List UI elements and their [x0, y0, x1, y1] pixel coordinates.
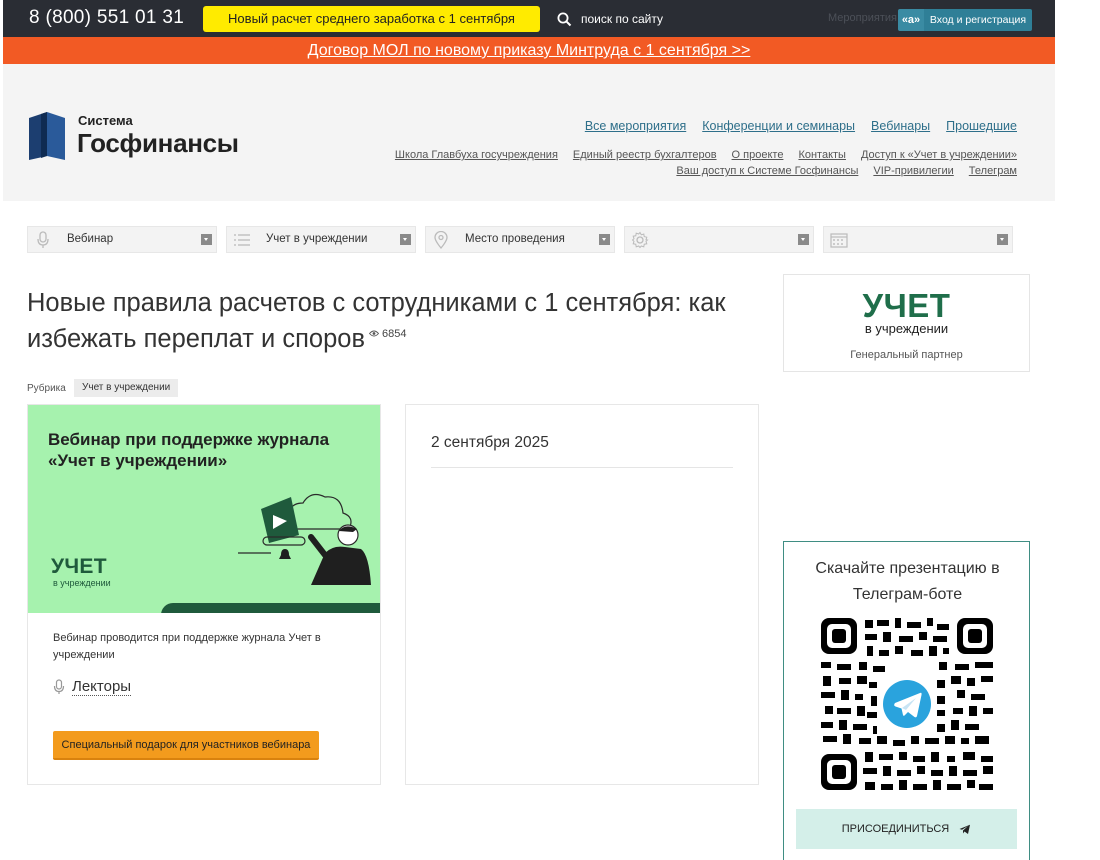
calendar-icon: [824, 227, 854, 252]
microphone-icon: [53, 679, 65, 694]
filter-topic-value: Учет в учреждении: [266, 233, 368, 245]
nav-system-access[interactable]: Ваш доступ к Системе Госфинансы: [676, 165, 858, 177]
nav-contacts[interactable]: Контакты: [798, 149, 846, 161]
location-pin-icon: [426, 227, 456, 252]
dropdown-arrow-icon: [599, 234, 610, 245]
primary-nav: Все мероприятия Конференции и семинары В…: [585, 119, 1017, 133]
promo-link[interactable]: Новый расчет среднего заработка с 1 сент…: [203, 6, 540, 32]
lectors-link[interactable]: Лекторы: [53, 678, 132, 696]
nav-telegram[interactable]: Телеграм: [969, 165, 1017, 177]
partner-logo-subtitle: в учреждении: [864, 321, 949, 336]
dropdown-arrow-icon: [798, 234, 809, 245]
divider: [431, 467, 733, 468]
gear-icon: [625, 227, 655, 252]
nav-vip[interactable]: VIP-привилегии: [873, 165, 953, 177]
logo-title[interactable]: Госфинансы: [77, 128, 239, 159]
date-card: 2 сентября 2025: [405, 404, 759, 785]
page-title: Новые правила расчетов с сотрудниками с …: [27, 288, 747, 355]
partner-card[interactable]: УЧЕТ в учреждении Генеральный партнер: [783, 274, 1030, 372]
filter-date[interactable]: [823, 226, 1013, 253]
events-link[interactable]: Мероприятия: [828, 12, 897, 24]
partner-logo: УЧЕТ: [862, 287, 951, 324]
qr-code[interactable]: [819, 616, 995, 792]
logo-small-text: Система: [78, 113, 133, 128]
banner-decoration: [161, 603, 380, 613]
banner-logo-subtitle: в учреждении: [53, 578, 111, 588]
gift-button[interactable]: Специальный подарок для участников вебин…: [53, 731, 319, 760]
telegram-card: Скачайте презентацию в Телеграм-боте ПРИ…: [783, 541, 1030, 860]
logo-book-icon[interactable]: [29, 112, 65, 160]
login-badge[interactable]: «a»: [898, 9, 924, 31]
announcement-banner: Договор МОЛ по новому приказу Минтруда с…: [3, 37, 1055, 64]
filter-place-value: Место проведения: [465, 233, 565, 245]
filter-place[interactable]: Место проведения: [425, 226, 615, 253]
microphone-icon: [28, 227, 58, 252]
site-search[interactable]: поиск по сайту: [557, 9, 663, 29]
secondary-nav-row2: Ваш доступ к Системе Госфинансы VIP-прив…: [676, 165, 1017, 177]
eye-icon: [368, 330, 380, 337]
event-card: Вебинар при поддержке журнала «Учет в уч…: [27, 404, 381, 785]
nav-school[interactable]: Школа Главбуха госучреждения: [395, 149, 558, 161]
view-count-value: 6854: [382, 328, 407, 340]
rubric-label: Рубрика: [27, 383, 66, 394]
site-header: Система Госфинансы Все мероприятия Конфе…: [3, 64, 1055, 201]
filter-type-value: Вебинар: [67, 233, 114, 245]
search-placeholder: поиск по сайту: [581, 12, 663, 26]
dropdown-arrow-icon: [997, 234, 1008, 245]
event-banner: Вебинар при поддержке журнала «Учет в уч…: [28, 405, 380, 613]
phone-number[interactable]: 8 (800) 551 01 31: [29, 7, 184, 29]
top-bar: 8 (800) 551 01 31 Новый расчет среднего …: [3, 0, 1055, 37]
dropdown-arrow-icon: [201, 234, 212, 245]
nav-about[interactable]: О проекте: [732, 149, 784, 161]
banner-heading: Вебинар при поддержке журнала «Учет в уч…: [48, 430, 330, 470]
telegram-title: Скачайте презентацию в Телеграм-боте: [815, 560, 1000, 603]
search-icon: [557, 12, 572, 26]
nav-all-events[interactable]: Все мероприятия: [585, 119, 686, 133]
filter-topic[interactable]: Учет в учреждении: [226, 226, 416, 253]
nav-registry[interactable]: Единый реестр бухгалтеров: [573, 149, 717, 161]
rubric-tag[interactable]: Учет в учреждении: [74, 379, 179, 397]
telegram-icon: [959, 824, 971, 834]
dropdown-arrow-icon: [400, 234, 411, 245]
nav-access-journal[interactable]: Доступ к «Учет в учреждении»: [861, 149, 1017, 161]
filter-settings[interactable]: [624, 226, 814, 253]
login-button[interactable]: Вход и регистрация: [924, 9, 1032, 31]
secondary-nav-row1: Школа Главбуха госучреждения Единый реес…: [395, 149, 1017, 161]
partner-label: Генеральный партнер: [850, 349, 963, 361]
join-telegram-label: ПРИСОЕДИНИТЬСЯ: [841, 823, 950, 835]
webinar-illustration: [238, 493, 371, 585]
nav-past[interactable]: Прошедшие: [946, 119, 1017, 133]
lectors-label[interactable]: Лекторы: [72, 678, 132, 696]
nav-webinars[interactable]: Вебинары: [871, 119, 930, 133]
announcement-link[interactable]: Договор МОЛ по новому приказу Минтруда с…: [308, 42, 751, 59]
event-description: Вебинар проводится при поддержке журнала…: [53, 632, 321, 661]
nav-conferences[interactable]: Конференции и семинары: [702, 119, 855, 133]
view-count: 6854: [368, 328, 407, 340]
list-icon: [227, 227, 257, 252]
event-date: 2 сентября 2025: [431, 434, 549, 451]
banner-logo: УЧЕТ: [51, 555, 107, 578]
filter-type[interactable]: Вебинар: [27, 226, 217, 253]
join-telegram-button[interactable]: ПРИСОЕДИНИТЬСЯ: [796, 809, 1017, 849]
page-title-text: Новые правила расчетов с сотрудниками с …: [27, 289, 726, 353]
